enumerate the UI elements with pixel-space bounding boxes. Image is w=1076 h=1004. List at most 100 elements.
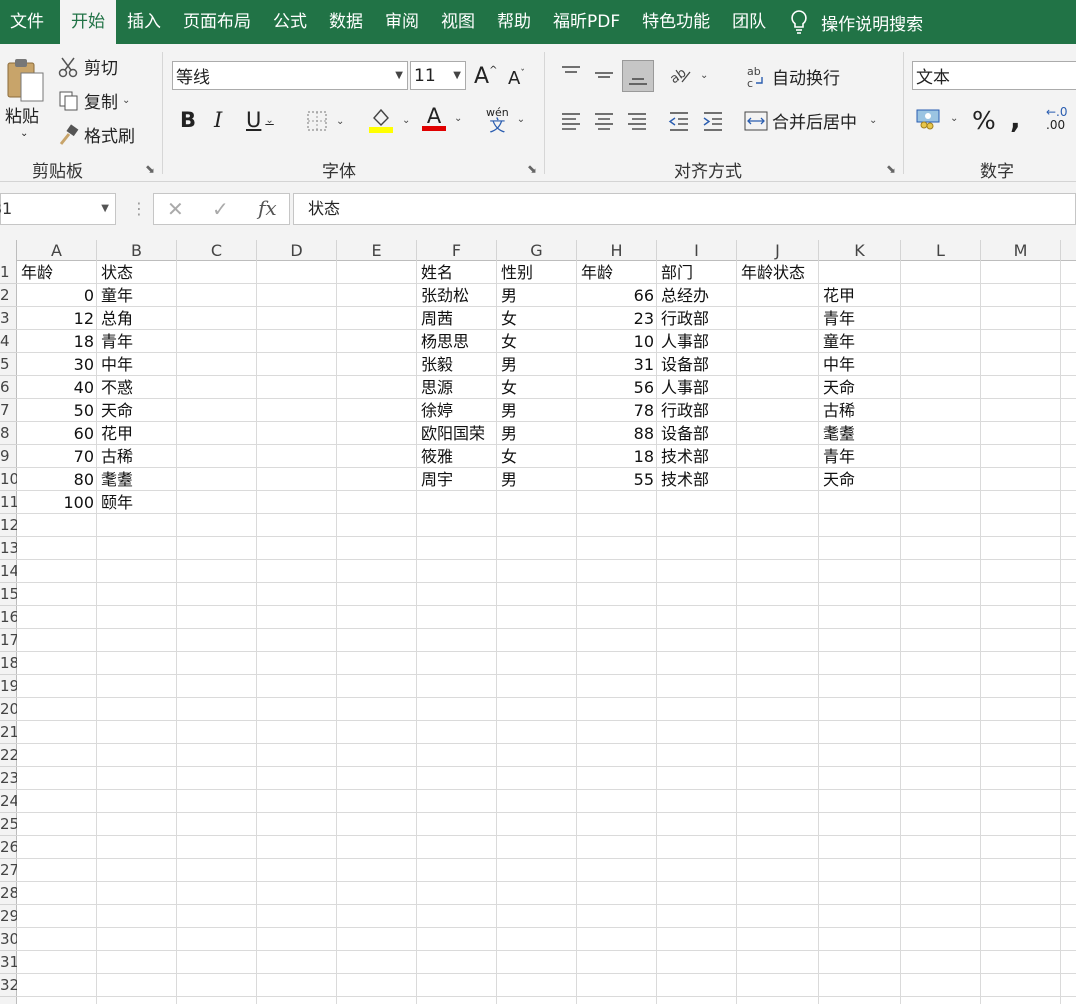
chevron-down-icon[interactable]: ⌄ <box>336 116 344 127</box>
cell-f9[interactable]: 筱雅 <box>417 445 497 468</box>
cell-b1[interactable]: 状态 <box>97 261 177 284</box>
row-header-17[interactable]: 17 <box>0 629 17 652</box>
cell-j1[interactable]: 年龄状态 <box>737 261 819 284</box>
row-header-24[interactable]: 24 <box>0 790 17 813</box>
row-header-32[interactable]: 32 <box>0 974 17 997</box>
name-box[interactable]: B1 ▼ <box>0 193 116 225</box>
cell-k6[interactable]: 天命 <box>819 376 901 399</box>
cell-a8[interactable]: 60 <box>17 422 97 445</box>
tab-page-layout[interactable]: 页面布局 <box>172 0 262 44</box>
row-header-19[interactable]: 19 <box>0 675 17 698</box>
cell-a4[interactable]: 18 <box>17 330 97 353</box>
row-header-29[interactable]: 29 <box>0 905 17 928</box>
increase-indent-icon[interactable] <box>700 108 726 134</box>
cell-g8[interactable]: 男 <box>497 422 577 445</box>
tab-view[interactable]: 视图 <box>430 0 486 44</box>
cell-a5[interactable]: 30 <box>17 353 97 376</box>
row-header-30[interactable]: 30 <box>0 928 17 951</box>
cell-i10[interactable]: 技术部 <box>657 468 737 491</box>
cell-b7[interactable]: 天命 <box>97 399 177 422</box>
row-header-27[interactable]: 27 <box>0 859 17 882</box>
cell-h9[interactable]: 18 <box>577 445 657 468</box>
row-header-6[interactable]: 6 <box>0 376 17 399</box>
cell-f7[interactable]: 徐婷 <box>417 399 497 422</box>
grow-font-button[interactable]: A ^ <box>474 64 497 89</box>
alignment-launcher-icon[interactable]: ⬊ <box>886 162 896 176</box>
column-header-l[interactable]: L <box>901 240 981 261</box>
cell-f8[interactable]: 欧阳国荣 <box>417 422 497 445</box>
cell-b5[interactable]: 中年 <box>97 353 177 376</box>
underline-button[interactable]: U ⌄ <box>246 108 274 132</box>
number-format-combo[interactable]: 文本 <box>912 61 1076 90</box>
cell-k3[interactable]: 青年 <box>819 307 901 330</box>
tab-team[interactable]: 团队 <box>721 0 777 44</box>
tab-help[interactable]: 帮助 <box>486 0 542 44</box>
row-header-10[interactable]: 10 <box>0 468 17 491</box>
column-header-a[interactable]: A <box>17 240 97 261</box>
cell-i6[interactable]: 人事部 <box>657 376 737 399</box>
font-size-combo[interactable]: 11 ▼ <box>410 61 466 90</box>
chevron-down-icon[interactable]: ⌄ <box>265 115 273 126</box>
tab-review[interactable]: 审阅 <box>374 0 430 44</box>
cell-k2[interactable]: 花甲 <box>819 284 901 307</box>
italic-button[interactable]: I <box>214 108 222 132</box>
cell-f3[interactable]: 周茜 <box>417 307 497 330</box>
cell-h5[interactable]: 31 <box>577 353 657 376</box>
row-header-23[interactable]: 23 <box>0 767 17 790</box>
cell-a3[interactable]: 12 <box>17 307 97 330</box>
cell-i9[interactable]: 技术部 <box>657 445 737 468</box>
align-middle-icon[interactable] <box>591 62 617 88</box>
cell-k5[interactable]: 中年 <box>819 353 901 376</box>
decrease-indent-icon[interactable] <box>666 108 692 134</box>
cell-k7[interactable]: 古稀 <box>819 399 901 422</box>
paste-icon[interactable] <box>4 56 48 104</box>
cell-a2[interactable]: 0 <box>17 284 97 307</box>
cell-b8[interactable]: 花甲 <box>97 422 177 445</box>
chevron-down-icon[interactable]: ⌄ <box>700 70 708 81</box>
cell-i5[interactable]: 设备部 <box>657 353 737 376</box>
cell-h8[interactable]: 88 <box>577 422 657 445</box>
paste-button[interactable]: 粘贴 <box>5 102 39 127</box>
wrap-text-button[interactable]: ab c 自动换行 <box>746 64 840 90</box>
orientation-button[interactable]: ab ⌄ <box>668 64 708 86</box>
bold-button[interactable]: B <box>180 108 196 132</box>
chevron-down-icon[interactable]: ⌄ <box>517 114 525 125</box>
chevron-down-icon[interactable]: ⌄ <box>950 113 958 124</box>
cell-b9[interactable]: 古稀 <box>97 445 177 468</box>
cell-f6[interactable]: 思源 <box>417 376 497 399</box>
cell-f1[interactable]: 姓名 <box>417 261 497 284</box>
column-header-i[interactable]: I <box>657 240 737 261</box>
row-header-25[interactable]: 25 <box>0 813 17 836</box>
clipboard-launcher-icon[interactable]: ⬊ <box>145 162 155 176</box>
cell-b10[interactable]: 耄耋 <box>97 468 177 491</box>
cell-i4[interactable]: 人事部 <box>657 330 737 353</box>
align-left-icon[interactable] <box>558 108 584 134</box>
cell-b4[interactable]: 青年 <box>97 330 177 353</box>
formula-bar-grip-icon[interactable]: ⋮ <box>131 200 147 218</box>
cancel-icon[interactable]: ✕ <box>167 197 184 221</box>
cell-g3[interactable]: 女 <box>497 307 577 330</box>
cell-b3[interactable]: 总角 <box>97 307 177 330</box>
column-header-h[interactable]: H <box>577 240 657 261</box>
cell-h7[interactable]: 78 <box>577 399 657 422</box>
row-header-11[interactable]: 11 <box>0 491 17 514</box>
borders-button[interactable]: ⌄ <box>306 110 344 132</box>
row-header-4[interactable]: 4 <box>0 330 17 353</box>
row-header-15[interactable]: 15 <box>0 583 17 606</box>
cell-a7[interactable]: 50 <box>17 399 97 422</box>
row-header-13[interactable]: 13 <box>0 537 17 560</box>
row-header-2[interactable]: 2 <box>0 284 17 307</box>
row-header-5[interactable]: 5 <box>0 353 17 376</box>
chevron-down-icon[interactable]: ⌄ <box>869 115 877 126</box>
chevron-down-icon[interactable]: ⌄ <box>402 115 410 126</box>
chevron-down-icon[interactable]: ⌄ <box>454 113 462 124</box>
column-header-k[interactable]: K <box>819 240 901 261</box>
column-header-g[interactable]: G <box>497 240 577 261</box>
fill-color-button[interactable]: ⌄ <box>368 106 410 134</box>
cell-k10[interactable]: 天命 <box>819 468 901 491</box>
cell-g5[interactable]: 男 <box>497 353 577 376</box>
shrink-font-button[interactable]: Aˇ <box>508 68 525 89</box>
cell-a11[interactable]: 100 <box>17 491 97 514</box>
column-header-c[interactable]: C <box>177 240 257 261</box>
comma-style-button[interactable]: , <box>1010 102 1021 135</box>
